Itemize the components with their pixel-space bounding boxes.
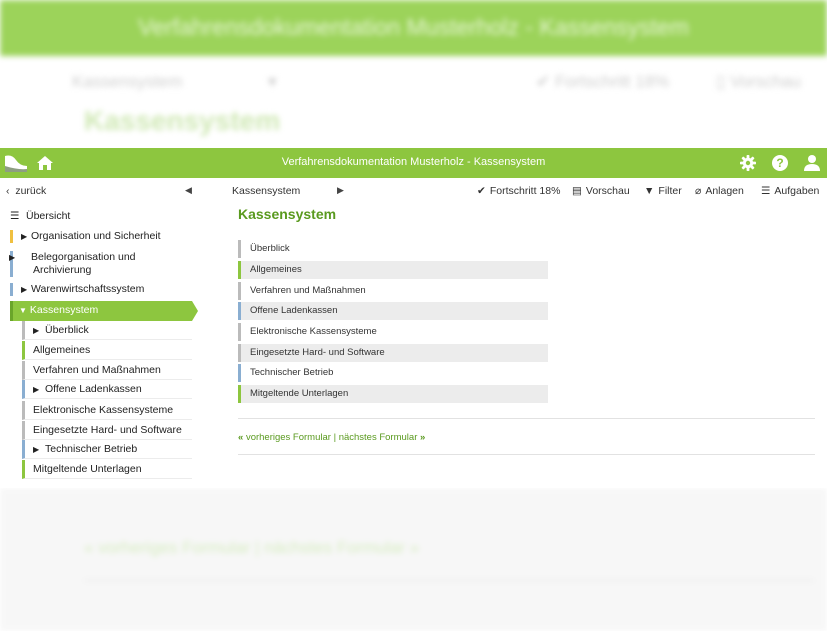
- content-list-item-ueberblick[interactable]: Überblick: [238, 240, 548, 258]
- sidebar-subitem-elektronische-kassensysteme[interactable]: Elektronische Kassensysteme: [22, 401, 192, 420]
- document-icon: ▤: [572, 185, 582, 197]
- attachments-button[interactable]: ⌀ Anlagen: [695, 185, 744, 197]
- top-navbar: Verfahrensdokumentation Musterholz - Kas…: [0, 148, 827, 178]
- gear-icon[interactable]: [739, 154, 757, 172]
- content-list-item-offene-ladenkassen[interactable]: Offene Ladenkassen: [238, 302, 548, 320]
- sidebar-subitem-allgemeines[interactable]: Allgemeines: [22, 341, 192, 360]
- sidebar-subitem-ueberblick[interactable]: ▶ Überblick: [22, 321, 192, 340]
- content-list-item-verfahren[interactable]: Verfahren und Maßnahmen: [238, 282, 548, 300]
- tasks-icon: ☰: [761, 185, 771, 197]
- background-page-title: Kassensystem: [84, 105, 281, 136]
- sidebar-subitem-verfahren[interactable]: Verfahren und Maßnahmen: [22, 361, 192, 380]
- check-icon: ✔: [477, 185, 486, 197]
- sidebar-item-warenwirtschaft[interactable]: ▶ Warenwirtschaftssystem: [10, 283, 192, 296]
- content-list-item-mitgeltende-unterlagen[interactable]: Mitgeltende Unterlagen: [238, 385, 548, 403]
- progress-button[interactable]: ✔ Fortschritt 18%: [477, 185, 560, 197]
- background-progress: ✔ Fortschritt 18%: [536, 72, 670, 91]
- divider: [238, 418, 815, 419]
- sidebar-subitem-offene-ladenkassen[interactable]: ▶ Offene Ladenkassen: [22, 380, 192, 399]
- pager-separator: |: [333, 432, 337, 443]
- previous-form-link[interactable]: vorheriges Formular: [246, 432, 331, 443]
- list-icon: ☰: [10, 210, 20, 222]
- caret-right-icon: ▶: [33, 326, 40, 335]
- paperclip-icon: ⌀: [695, 185, 702, 197]
- user-icon[interactable]: [803, 154, 821, 172]
- filter-icon: ▼: [644, 185, 655, 197]
- form-pager: « vorheriges Formular | nächstes Formula…: [238, 432, 425, 443]
- caret-right-icon: ▶: [21, 232, 28, 241]
- sidebar-overview[interactable]: ☰ Übersicht: [10, 210, 70, 222]
- background-blur-bottom: « vorheriges Formular | nächstes Formula…: [0, 488, 827, 631]
- caret-down-icon: ▼: [19, 306, 27, 315]
- sidebar-active-label: ▼ Kassensystem: [19, 304, 99, 316]
- double-left-icon: «: [238, 432, 244, 443]
- page-title: Kassensystem: [238, 206, 337, 222]
- sidebar-item-belegorganisation[interactable]: ▶ Belegorganisation und Archivierung: [9, 251, 192, 277]
- collapse-sidebar-icon[interactable]: ◀: [185, 185, 192, 196]
- background-subbar: Kassensystem ▾ ✔ Fortschritt 18% ▯ Vorsc…: [72, 72, 801, 91]
- background-breadcrumb: Kassensystem: [72, 72, 183, 91]
- sidebar-item-organisation[interactable]: ▶ Organisation und Sicherheit: [10, 230, 192, 243]
- content-list-item-elektronische-kassensysteme[interactable]: Elektronische Kassensysteme: [238, 323, 548, 341]
- filter-button[interactable]: ▼ Filter: [644, 185, 682, 197]
- sidebar-subitem-hard-software[interactable]: Eingesetzte Hard- und Software: [22, 421, 192, 440]
- divider: [238, 454, 815, 455]
- next-form-link[interactable]: nächstes Formular: [339, 432, 418, 443]
- tasks-button[interactable]: ☰ Aufgaben: [761, 185, 819, 197]
- content-list-item-technischer-betrieb[interactable]: Technischer Betrieb: [238, 364, 548, 382]
- sidebar-subitem-technischer-betrieb[interactable]: ▶ Technischer Betrieb: [22, 440, 192, 459]
- breadcrumb-arrow-icon[interactable]: ▶: [337, 185, 344, 196]
- breadcrumb[interactable]: Kassensystem: [232, 185, 300, 197]
- background-preview: ▯ Vorschau: [716, 72, 801, 91]
- preview-button[interactable]: ▤ Vorschau: [572, 185, 630, 197]
- background-header-title: Verfahrensdokumentation Musterholz - Kas…: [138, 14, 689, 40]
- sidebar-subitem-mitgeltende-unterlagen[interactable]: Mitgeltende Unterlagen: [22, 460, 192, 479]
- caret-right-icon: ▶: [9, 253, 16, 262]
- app-window: Verfahrensdokumentation Musterholz - Kas…: [0, 148, 827, 488]
- content-list-item-allgemeines[interactable]: Allgemeines: [238, 261, 548, 279]
- background-blur-top: Verfahrensdokumentation Musterholz - Kas…: [0, 0, 827, 148]
- caret-right-icon: ▶: [21, 285, 28, 294]
- app-title: Verfahrensdokumentation Musterholz - Kas…: [281, 156, 546, 168]
- double-right-icon: »: [420, 432, 426, 443]
- background-header: Verfahrensdokumentation Musterholz - Kas…: [0, 0, 827, 56]
- back-link[interactable]: ‹ zurück: [6, 185, 46, 197]
- sub-toolbar: ‹ zurück ◀ Kassensystem ▶ ✔ Fortschritt 1…: [0, 178, 827, 202]
- help-icon[interactable]: ?: [771, 154, 789, 172]
- svg-text:?: ?: [776, 156, 783, 170]
- background-pager: « vorheriges Formular | nächstes Formula…: [84, 538, 420, 557]
- content-list-item-hard-software[interactable]: Eingesetzte Hard- und Software: [238, 344, 548, 362]
- caret-right-icon: ▶: [33, 385, 40, 394]
- caret-right-icon: ▶: [33, 445, 40, 454]
